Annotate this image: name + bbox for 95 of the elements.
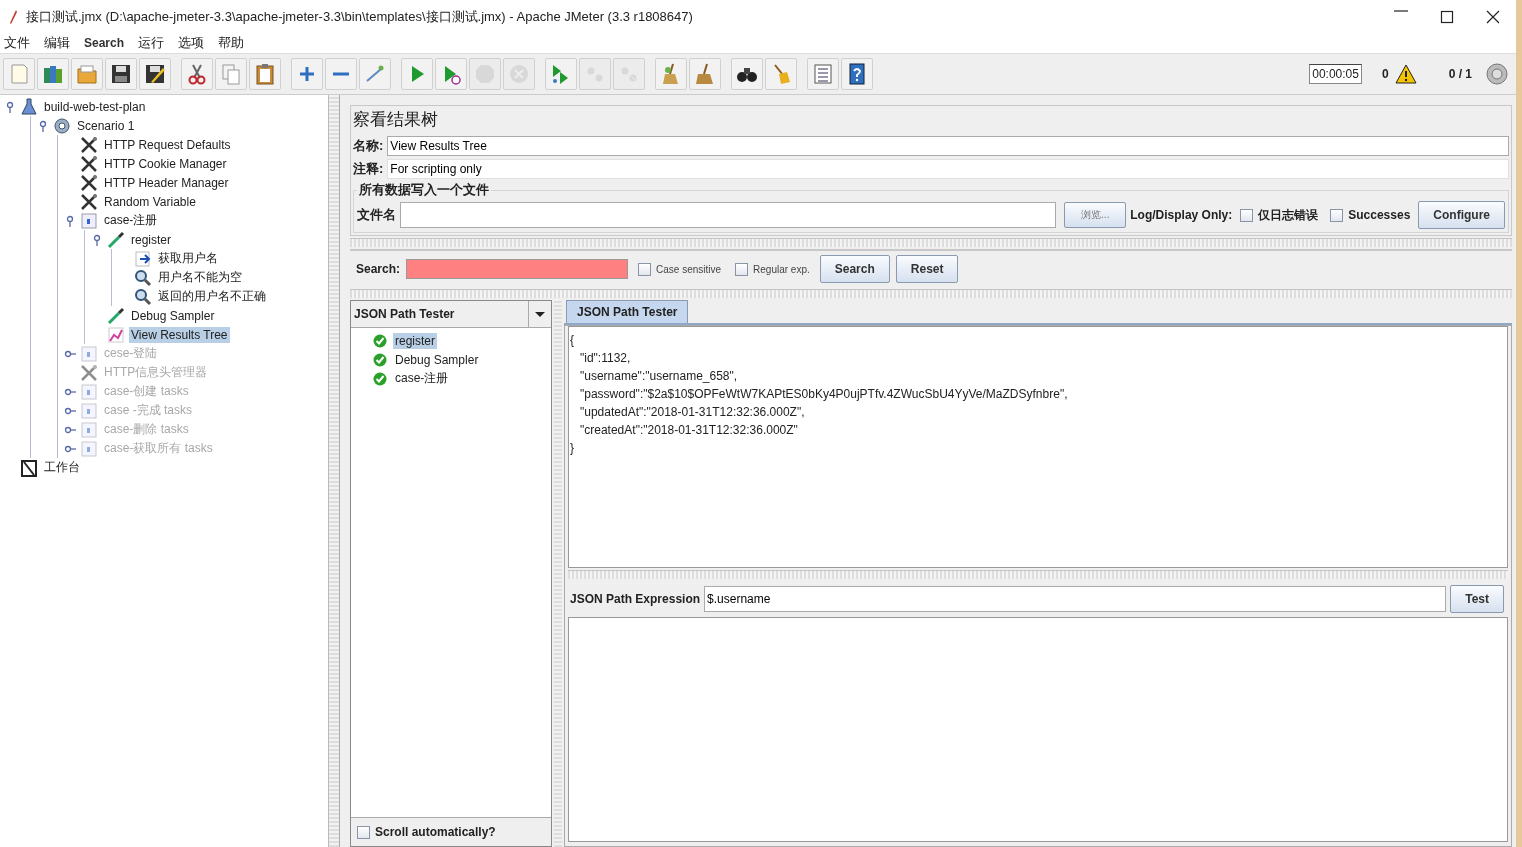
expanded-handle-icon[interactable]: [4, 100, 16, 113]
close-icon: [1486, 9, 1500, 24]
controller-icon: [80, 344, 98, 363]
reset-button[interactable]: Reset: [895, 255, 959, 283]
comments-field[interactable]: For scripting only: [387, 159, 1509, 179]
tree-item[interactable]: register: [129, 231, 173, 248]
tree-item[interactable]: case-注册: [102, 211, 160, 230]
magnifier-icon: [134, 268, 152, 287]
pipette-icon: [107, 230, 125, 249]
menu-item[interactable]: 运行: [138, 34, 165, 52]
menu-item[interactable]: Search: [84, 36, 125, 50]
configure-button[interactable]: Configure: [1418, 201, 1505, 229]
arrow-page-icon: [134, 249, 152, 268]
checkbox[interactable]: 仅日志错误: [1240, 206, 1319, 224]
search-button[interactable]: Search: [819, 255, 890, 283]
wrench-screwdriver-icon: [80, 173, 98, 192]
toolbar-button[interactable]: [841, 58, 873, 90]
copy-icon: [219, 62, 243, 86]
controller-icon: [80, 382, 98, 401]
tree-item[interactable]: HTTP Header Manager: [102, 174, 231, 191]
wrench-screwdriver-icon: [80, 363, 98, 382]
tree-item[interactable]: Random Variable: [102, 193, 198, 210]
warning-icon: [1394, 64, 1417, 84]
controller-icon: [80, 420, 98, 439]
field-label: 注释:: [353, 160, 384, 178]
tab[interactable]: JSON Path Tester: [566, 300, 689, 323]
browse-button[interactable]: 浏览...: [1064, 202, 1127, 228]
checkbox[interactable]: Successes: [1330, 208, 1411, 222]
result-item[interactable]: Debug Sampler: [393, 351, 481, 368]
expanded-handle-icon[interactable]: [64, 214, 76, 227]
tree-item[interactable]: build-web-test-plan: [42, 98, 148, 115]
renderer-dropdown[interactable]: JSON Path Tester: [351, 301, 551, 328]
panel-title: 察看结果树: [353, 109, 439, 131]
expanded-handle-icon[interactable]: [91, 233, 103, 246]
name-field[interactable]: View Results Tree: [387, 136, 1509, 156]
minimize-icon: [1394, 9, 1408, 12]
clipboard-icon: [253, 62, 277, 86]
magnifier-icon: [134, 287, 152, 306]
expanded-handle-icon[interactable]: [37, 119, 49, 132]
search-label: Search:: [356, 262, 401, 276]
flask-icon: [20, 97, 38, 116]
toolbar-button[interactable]: [731, 58, 763, 90]
checkbox[interactable]: Regular exp.: [735, 262, 810, 276]
expression-field[interactable]: $.username: [704, 586, 1447, 612]
wrench-screwdriver-icon: [80, 192, 98, 211]
menu-item[interactable]: 文件: [4, 34, 30, 52]
expression-label: JSON Path Expression: [570, 592, 701, 606]
feather-icon: [8, 8, 18, 25]
tree-item[interactable]: HTTP Request Defaults: [102, 136, 233, 153]
group-legend: 所有数据写入一个文件: [357, 181, 491, 199]
gear-icon: [53, 116, 71, 135]
floppy-pencil-icon: [143, 62, 167, 86]
filename-field[interactable]: [400, 202, 1057, 228]
warning-count: 0: [1381, 67, 1389, 81]
floppy-icon: [109, 62, 133, 86]
tree-item[interactable]: Scenario 1: [75, 117, 137, 134]
splitter[interactable]: [328, 95, 340, 847]
menu-item[interactable]: 编辑: [44, 34, 70, 52]
tree-item[interactable]: 返回的用户名不正确: [156, 287, 268, 306]
controller-icon: [80, 401, 98, 420]
wrench-screwdriver-icon: [80, 154, 98, 173]
search-field[interactable]: [406, 259, 629, 279]
elapsed-time: 00:00:05: [1309, 64, 1362, 84]
tree-item[interactable]: 工作台: [42, 458, 82, 477]
result-item[interactable]: case-注册: [393, 369, 451, 388]
minus-icon: [333, 72, 349, 76]
response-text: { "id":1132, "username":"username_658", "password":"$2a$10$OPFeWtW7KAPtES0bKy4P0ujPTfv.4ZWucSbU4YyVe/MaZDSyfnbre", "updatedAt":"2018-01-31T12:32:36.000Z", "createdAt":"2018-01-31T12:32:36.000Z" }: [569, 332, 1069, 457]
toolbar-button[interactable]: [105, 58, 137, 90]
maximize-icon: [1440, 9, 1454, 24]
menu-item[interactable]: 帮助: [218, 34, 245, 52]
result-item[interactable]: register: [393, 332, 437, 349]
field-label: 名称:: [353, 137, 384, 155]
toolbar-button[interactable]: [139, 58, 171, 90]
chart-icon: [107, 325, 125, 344]
controller-icon: [80, 439, 98, 458]
tree-item[interactable]: 获取用户名: [156, 249, 220, 268]
wrench-screwdriver-icon: [80, 135, 98, 154]
tree-item[interactable]: View Results Tree: [129, 326, 230, 343]
controller-icon: [80, 211, 98, 230]
menu-item[interactable]: 选项: [178, 34, 205, 52]
tree-item[interactable]: Debug Sampler: [129, 307, 217, 324]
workbench-icon: [20, 458, 38, 477]
checkbox[interactable]: Case sensitive: [638, 262, 722, 276]
log-display-label: Log/Display Only:: [1130, 208, 1233, 222]
tree-item[interactable]: 用户名不能为空: [156, 268, 244, 287]
window-title: 接口测试.jmx (D:\apache-jmeter-3.3\apache-jmeter-3.3\bin\templates\接口测试.jmx) - Apache JMeter (3.3 r1808647): [26, 7, 694, 26]
thread-count: 0 / 1: [1448, 67, 1472, 81]
folder-icon: [75, 62, 99, 86]
list-icon: [811, 62, 835, 86]
test-button[interactable]: Test: [1450, 585, 1504, 613]
pipette-icon: [107, 306, 125, 325]
thread-status-icon: [1486, 63, 1508, 85]
tree-item[interactable]: HTTP Cookie Manager: [102, 155, 229, 172]
checkbox[interactable]: Scroll automatically?: [357, 825, 496, 839]
field-label: 文件名: [357, 206, 396, 224]
